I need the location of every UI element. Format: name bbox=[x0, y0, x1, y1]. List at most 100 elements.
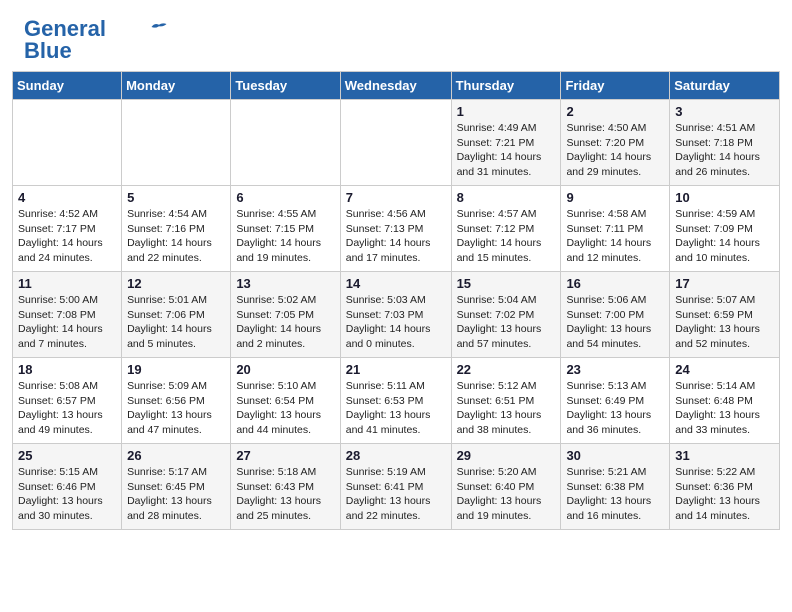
calendar-cell bbox=[231, 100, 340, 186]
day-number: 24 bbox=[675, 362, 774, 377]
day-info: Sunrise: 5:02 AMSunset: 7:05 PMDaylight:… bbox=[236, 293, 334, 352]
weekday-header-monday: Monday bbox=[122, 72, 231, 100]
day-info: Sunrise: 5:04 AMSunset: 7:02 PMDaylight:… bbox=[457, 293, 556, 352]
day-info: Sunrise: 5:03 AMSunset: 7:03 PMDaylight:… bbox=[346, 293, 446, 352]
day-info: Sunrise: 5:18 AMSunset: 6:43 PMDaylight:… bbox=[236, 465, 334, 524]
day-info: Sunrise: 4:57 AMSunset: 7:12 PMDaylight:… bbox=[457, 207, 556, 266]
calendar-cell: 3 Sunrise: 4:51 AMSunset: 7:18 PMDaylight… bbox=[670, 100, 780, 186]
calendar-cell: 2 Sunrise: 4:50 AMSunset: 7:20 PMDaylight… bbox=[561, 100, 670, 186]
day-info: Sunrise: 5:13 AMSunset: 6:49 PMDaylight:… bbox=[566, 379, 664, 438]
calendar-cell: 27 Sunrise: 5:18 AMSunset: 6:43 PMDayligh… bbox=[231, 444, 340, 530]
day-info: Sunrise: 5:21 AMSunset: 6:38 PMDaylight:… bbox=[566, 465, 664, 524]
weekday-header-thursday: Thursday bbox=[451, 72, 561, 100]
day-info: Sunrise: 4:51 AMSunset: 7:18 PMDaylight:… bbox=[675, 121, 774, 180]
weekday-header-wednesday: Wednesday bbox=[340, 72, 451, 100]
day-number: 10 bbox=[675, 190, 774, 205]
calendar-cell: 11 Sunrise: 5:00 AMSunset: 7:08 PMDayligh… bbox=[13, 272, 122, 358]
day-info: Sunrise: 5:07 AMSunset: 6:59 PMDaylight:… bbox=[675, 293, 774, 352]
day-info: Sunrise: 5:11 AMSunset: 6:53 PMDaylight:… bbox=[346, 379, 446, 438]
day-number: 16 bbox=[566, 276, 664, 291]
day-number: 7 bbox=[346, 190, 446, 205]
calendar-cell: 14 Sunrise: 5:03 AMSunset: 7:03 PMDayligh… bbox=[340, 272, 451, 358]
calendar-cell: 30 Sunrise: 5:21 AMSunset: 6:38 PMDayligh… bbox=[561, 444, 670, 530]
calendar-wrapper: SundayMondayTuesdayWednesdayThursdayFrid… bbox=[0, 71, 792, 542]
day-number: 28 bbox=[346, 448, 446, 463]
logo-bird-icon bbox=[150, 20, 168, 34]
logo: General Blue bbox=[24, 18, 168, 63]
calendar-cell: 20Sunrise: 5:10 AMSunset: 6:54 PMDayligh… bbox=[231, 358, 340, 444]
page-header: General Blue bbox=[0, 0, 792, 71]
day-number: 6 bbox=[236, 190, 334, 205]
calendar-cell: 7 Sunrise: 4:56 AMSunset: 7:13 PMDaylight… bbox=[340, 186, 451, 272]
day-number: 2 bbox=[566, 104, 664, 119]
calendar-cell: 10 Sunrise: 4:59 AMSunset: 7:09 PMDayligh… bbox=[670, 186, 780, 272]
day-number: 22 bbox=[457, 362, 556, 377]
calendar-cell: 6Sunrise: 4:55 AMSunset: 7:15 PMDaylight… bbox=[231, 186, 340, 272]
calendar-cell: 4Sunrise: 4:52 AMSunset: 7:17 PMDaylight… bbox=[13, 186, 122, 272]
calendar-cell: 19 Sunrise: 5:09 AMSunset: 6:56 PMDayligh… bbox=[122, 358, 231, 444]
day-number: 23 bbox=[566, 362, 664, 377]
day-number: 26 bbox=[127, 448, 225, 463]
logo-blue-text: Blue bbox=[24, 38, 72, 63]
calendar-cell: 12 Sunrise: 5:01 AMSunset: 7:06 PMDayligh… bbox=[122, 272, 231, 358]
calendar-cell: 15 Sunrise: 5:04 AMSunset: 7:02 PMDayligh… bbox=[451, 272, 561, 358]
day-info: Sunrise: 5:20 AMSunset: 6:40 PMDaylight:… bbox=[457, 465, 556, 524]
day-number: 27 bbox=[236, 448, 334, 463]
day-number: 12 bbox=[127, 276, 225, 291]
calendar-cell: 25 Sunrise: 5:15 AMSunset: 6:46 PMDayligh… bbox=[13, 444, 122, 530]
day-info: Sunrise: 5:17 AMSunset: 6:45 PMDaylight:… bbox=[127, 465, 225, 524]
day-info: Sunrise: 4:54 AMSunset: 7:16 PMDaylight:… bbox=[127, 207, 225, 266]
logo-text: General bbox=[24, 18, 106, 40]
day-number: 3 bbox=[675, 104, 774, 119]
weekday-header-saturday: Saturday bbox=[670, 72, 780, 100]
day-number: 17 bbox=[675, 276, 774, 291]
day-number: 1 bbox=[457, 104, 556, 119]
calendar-cell: 31Sunrise: 5:22 AMSunset: 6:36 PMDayligh… bbox=[670, 444, 780, 530]
calendar-cell: 28Sunrise: 5:19 AMSunset: 6:41 PMDayligh… bbox=[340, 444, 451, 530]
day-number: 15 bbox=[457, 276, 556, 291]
day-info: Sunrise: 5:15 AMSunset: 6:46 PMDaylight:… bbox=[18, 465, 116, 524]
day-number: 4 bbox=[18, 190, 116, 205]
day-number: 11 bbox=[18, 276, 116, 291]
day-number: 21 bbox=[346, 362, 446, 377]
weekday-header-sunday: Sunday bbox=[13, 72, 122, 100]
calendar-cell bbox=[340, 100, 451, 186]
day-info: Sunrise: 4:59 AMSunset: 7:09 PMDaylight:… bbox=[675, 207, 774, 266]
day-number: 14 bbox=[346, 276, 446, 291]
day-info: Sunrise: 5:12 AMSunset: 6:51 PMDaylight:… bbox=[457, 379, 556, 438]
calendar-cell: 29 Sunrise: 5:20 AMSunset: 6:40 PMDayligh… bbox=[451, 444, 561, 530]
calendar-cell: 22 Sunrise: 5:12 AMSunset: 6:51 PMDayligh… bbox=[451, 358, 561, 444]
day-info: Sunrise: 5:09 AMSunset: 6:56 PMDaylight:… bbox=[127, 379, 225, 438]
calendar-cell: 1 Sunrise: 4:49 AMSunset: 7:21 PMDaylight… bbox=[451, 100, 561, 186]
day-number: 8 bbox=[457, 190, 556, 205]
calendar-cell bbox=[122, 100, 231, 186]
day-info: Sunrise: 5:14 AMSunset: 6:48 PMDaylight:… bbox=[675, 379, 774, 438]
day-info: Sunrise: 4:50 AMSunset: 7:20 PMDaylight:… bbox=[566, 121, 664, 180]
calendar-cell: 5Sunrise: 4:54 AMSunset: 7:16 PMDaylight… bbox=[122, 186, 231, 272]
day-info: Sunrise: 4:56 AMSunset: 7:13 PMDaylight:… bbox=[346, 207, 446, 266]
calendar-cell: 17 Sunrise: 5:07 AMSunset: 6:59 PMDayligh… bbox=[670, 272, 780, 358]
calendar-cell: 23 Sunrise: 5:13 AMSunset: 6:49 PMDayligh… bbox=[561, 358, 670, 444]
day-info: Sunrise: 5:00 AMSunset: 7:08 PMDaylight:… bbox=[18, 293, 116, 352]
day-number: 13 bbox=[236, 276, 334, 291]
day-number: 25 bbox=[18, 448, 116, 463]
day-number: 30 bbox=[566, 448, 664, 463]
day-info: Sunrise: 4:58 AMSunset: 7:11 PMDaylight:… bbox=[566, 207, 664, 266]
calendar-table: SundayMondayTuesdayWednesdayThursdayFrid… bbox=[12, 71, 780, 530]
calendar-cell: 13 Sunrise: 5:02 AMSunset: 7:05 PMDayligh… bbox=[231, 272, 340, 358]
calendar-cell: 16 Sunrise: 5:06 AMSunset: 7:00 PMDayligh… bbox=[561, 272, 670, 358]
weekday-header-tuesday: Tuesday bbox=[231, 72, 340, 100]
calendar-cell bbox=[13, 100, 122, 186]
day-number: 19 bbox=[127, 362, 225, 377]
calendar-cell: 8 Sunrise: 4:57 AMSunset: 7:12 PMDaylight… bbox=[451, 186, 561, 272]
calendar-cell: 26 Sunrise: 5:17 AMSunset: 6:45 PMDayligh… bbox=[122, 444, 231, 530]
day-number: 31 bbox=[675, 448, 774, 463]
day-number: 29 bbox=[457, 448, 556, 463]
day-info: Sunrise: 5:08 AMSunset: 6:57 PMDaylight:… bbox=[18, 379, 116, 438]
day-info: Sunrise: 5:01 AMSunset: 7:06 PMDaylight:… bbox=[127, 293, 225, 352]
day-info: Sunrise: 5:06 AMSunset: 7:00 PMDaylight:… bbox=[566, 293, 664, 352]
calendar-cell: 18Sunrise: 5:08 AMSunset: 6:57 PMDayligh… bbox=[13, 358, 122, 444]
day-info: Sunrise: 4:49 AMSunset: 7:21 PMDaylight:… bbox=[457, 121, 556, 180]
day-info: Sunrise: 5:10 AMSunset: 6:54 PMDaylight:… bbox=[236, 379, 334, 438]
calendar-cell: 9Sunrise: 4:58 AMSunset: 7:11 PMDaylight… bbox=[561, 186, 670, 272]
